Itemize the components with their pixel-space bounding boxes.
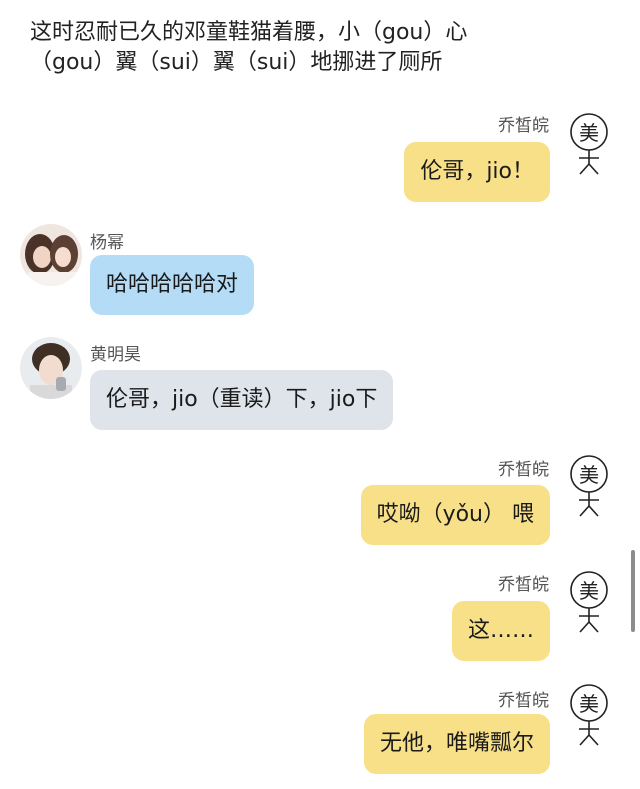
svg-text:美: 美 (579, 579, 599, 603)
stick-figure-mei-icon[interactable]: 美 (565, 683, 613, 749)
message-bubble[interactable]: 这…… (451, 601, 550, 661)
sender-name: 乔皙皖 (498, 691, 549, 711)
avatar-photo-huangminghao[interactable] (20, 337, 82, 399)
svg-text:美: 美 (579, 463, 599, 487)
sender-name: 乔皙皖 (498, 116, 549, 136)
sender-name: 杨幂 (90, 233, 124, 253)
message-bubble[interactable]: 伦哥，jio（重读）下，jio下 (90, 370, 394, 430)
sender-name: 乔皙皖 (498, 575, 549, 595)
sender-name: 乔皙皖 (498, 460, 549, 480)
scrollbar[interactable] (631, 550, 635, 632)
narration-text: 这时忍耐已久的邓童鞋猫着腰，小（gou）心 （gou）翼（sui）翼（sui）地… (30, 20, 468, 75)
sender-name: 黄明昊 (90, 345, 141, 365)
stick-figure-mei-icon[interactable]: 美 (565, 112, 613, 178)
svg-text:美: 美 (579, 692, 599, 716)
avatar-photo-yangmi[interactable] (20, 224, 82, 286)
stick-figure-mei-icon[interactable]: 美 (565, 570, 613, 636)
message-bubble[interactable]: 伦哥，jio！ (404, 142, 550, 202)
message-bubble[interactable]: 哈哈哈哈哈对 (90, 255, 255, 315)
svg-text:美: 美 (579, 121, 599, 145)
message-bubble[interactable]: 哎呦（yǒu） 喂 (360, 485, 550, 545)
stick-figure-mei-icon[interactable]: 美 (565, 454, 613, 520)
message-bubble[interactable]: 无他，唯嘴瓢尔 (363, 714, 550, 774)
